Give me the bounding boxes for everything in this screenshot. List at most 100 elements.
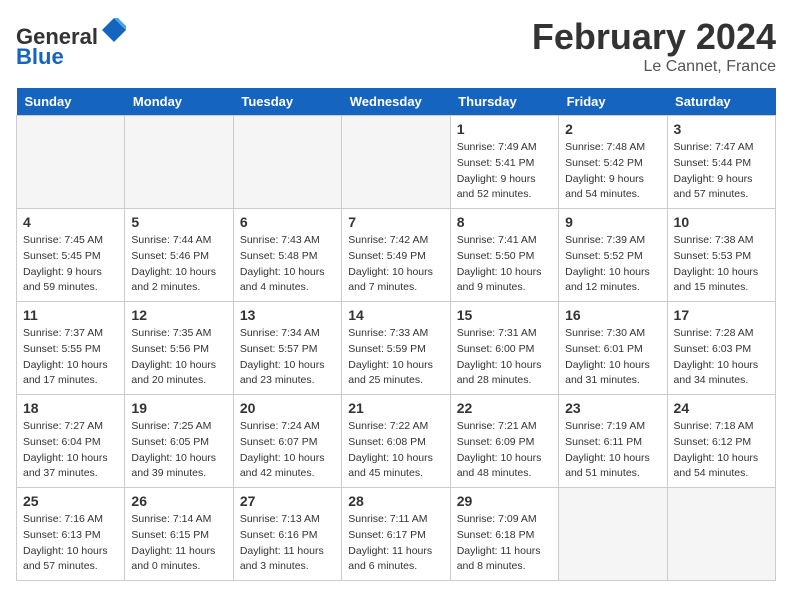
day-info: Sunrise: 7:14 AM Sunset: 6:15 PM Dayligh… (131, 512, 226, 575)
calendar-cell (17, 116, 125, 209)
calendar-cell: 12 Sunrise: 7:35 AM Sunset: 5:56 PM Dayli… (125, 302, 233, 395)
day-number: 14 (348, 307, 443, 323)
day-number: 10 (674, 214, 769, 230)
day-number: 9 (565, 214, 660, 230)
day-number: 19 (131, 400, 226, 416)
calendar-week-row: 1 Sunrise: 7:49 AM Sunset: 5:41 PM Daylig… (17, 116, 776, 209)
calendar-cell: 14 Sunrise: 7:33 AM Sunset: 5:59 PM Dayli… (342, 302, 450, 395)
day-info: Sunrise: 7:47 AM Sunset: 5:44 PM Dayligh… (674, 140, 769, 203)
day-info: Sunrise: 7:35 AM Sunset: 5:56 PM Dayligh… (131, 326, 226, 389)
calendar-cell: 16 Sunrise: 7:30 AM Sunset: 6:01 PM Dayli… (559, 302, 667, 395)
day-number: 15 (457, 307, 552, 323)
day-number: 2 (565, 121, 660, 137)
day-number: 26 (131, 493, 226, 509)
day-number: 7 (348, 214, 443, 230)
day-number: 8 (457, 214, 552, 230)
day-number: 1 (457, 121, 552, 137)
day-number: 11 (23, 307, 118, 323)
day-number: 13 (240, 307, 335, 323)
calendar-cell: 6 Sunrise: 7:43 AM Sunset: 5:48 PM Daylig… (233, 209, 341, 302)
calendar-table: SundayMondayTuesdayWednesdayThursdayFrid… (16, 88, 776, 581)
col-header-friday: Friday (559, 88, 667, 116)
day-number: 21 (348, 400, 443, 416)
day-number: 12 (131, 307, 226, 323)
col-header-saturday: Saturday (667, 88, 775, 116)
day-number: 17 (674, 307, 769, 323)
day-info: Sunrise: 7:11 AM Sunset: 6:17 PM Dayligh… (348, 512, 443, 575)
day-info: Sunrise: 7:30 AM Sunset: 6:01 PM Dayligh… (565, 326, 660, 389)
day-number: 23 (565, 400, 660, 416)
col-header-wednesday: Wednesday (342, 88, 450, 116)
day-info: Sunrise: 7:49 AM Sunset: 5:41 PM Dayligh… (457, 140, 552, 203)
page-header: General Blue February 2024 Le Cannet, Fr… (16, 16, 776, 76)
day-number: 25 (23, 493, 118, 509)
day-number: 6 (240, 214, 335, 230)
calendar-cell (125, 116, 233, 209)
calendar-cell: 24 Sunrise: 7:18 AM Sunset: 6:12 PM Dayli… (667, 395, 775, 488)
calendar-cell: 15 Sunrise: 7:31 AM Sunset: 6:00 PM Dayli… (450, 302, 558, 395)
day-info: Sunrise: 7:25 AM Sunset: 6:05 PM Dayligh… (131, 419, 226, 482)
month-title: February 2024 (532, 16, 776, 58)
logo: General Blue (16, 16, 128, 69)
day-info: Sunrise: 7:31 AM Sunset: 6:00 PM Dayligh… (457, 326, 552, 389)
calendar-cell (667, 488, 775, 581)
calendar-cell: 2Sunrise: 7:48 AM Sunset: 5:42 PM Daylig… (559, 116, 667, 209)
calendar-cell: 23 Sunrise: 7:19 AM Sunset: 6:11 PM Dayli… (559, 395, 667, 488)
calendar-cell: 1 Sunrise: 7:49 AM Sunset: 5:41 PM Daylig… (450, 116, 558, 209)
day-info: Sunrise: 7:38 AM Sunset: 5:53 PM Dayligh… (674, 233, 769, 296)
day-info: Sunrise: 7:27 AM Sunset: 6:04 PM Dayligh… (23, 419, 118, 482)
day-number: 5 (131, 214, 226, 230)
day-number: 18 (23, 400, 118, 416)
day-info: Sunrise: 7:33 AM Sunset: 5:59 PM Dayligh… (348, 326, 443, 389)
day-info: Sunrise: 7:45 AM Sunset: 5:45 PM Dayligh… (23, 233, 118, 296)
calendar-cell (342, 116, 450, 209)
calendar-cell: 5 Sunrise: 7:44 AM Sunset: 5:46 PM Daylig… (125, 209, 233, 302)
col-header-tuesday: Tuesday (233, 88, 341, 116)
calendar-cell: 11 Sunrise: 7:37 AM Sunset: 5:55 PM Dayli… (17, 302, 125, 395)
calendar-cell: 28 Sunrise: 7:11 AM Sunset: 6:17 PM Dayli… (342, 488, 450, 581)
location: Le Cannet, France (532, 58, 776, 76)
logo-blue: Blue (16, 44, 64, 69)
calendar-cell: 19 Sunrise: 7:25 AM Sunset: 6:05 PM Dayli… (125, 395, 233, 488)
day-number: 22 (457, 400, 552, 416)
calendar-cell (559, 488, 667, 581)
day-info: Sunrise: 7:37 AM Sunset: 5:55 PM Dayligh… (23, 326, 118, 389)
col-header-thursday: Thursday (450, 88, 558, 116)
day-info: Sunrise: 7:19 AM Sunset: 6:11 PM Dayligh… (565, 419, 660, 482)
day-info: Sunrise: 7:44 AM Sunset: 5:46 PM Dayligh… (131, 233, 226, 296)
day-number: 3 (674, 121, 769, 137)
calendar-cell: 13 Sunrise: 7:34 AM Sunset: 5:57 PM Dayli… (233, 302, 341, 395)
calendar-cell: 21Sunrise: 7:22 AM Sunset: 6:08 PM Dayli… (342, 395, 450, 488)
calendar-cell: 20 Sunrise: 7:24 AM Sunset: 6:07 PM Dayli… (233, 395, 341, 488)
calendar-cell: 10 Sunrise: 7:38 AM Sunset: 5:53 PM Dayli… (667, 209, 775, 302)
day-number: 24 (674, 400, 769, 416)
calendar-cell: 29Sunrise: 7:09 AM Sunset: 6:18 PM Dayli… (450, 488, 558, 581)
calendar-cell: 3 Sunrise: 7:47 AM Sunset: 5:44 PM Daylig… (667, 116, 775, 209)
day-info: Sunrise: 7:18 AM Sunset: 6:12 PM Dayligh… (674, 419, 769, 482)
col-header-sunday: Sunday (17, 88, 125, 116)
calendar-cell (233, 116, 341, 209)
calendar-week-row: 11 Sunrise: 7:37 AM Sunset: 5:55 PM Dayli… (17, 302, 776, 395)
day-info: Sunrise: 7:43 AM Sunset: 5:48 PM Dayligh… (240, 233, 335, 296)
calendar-cell: 25 Sunrise: 7:16 AM Sunset: 6:13 PM Dayli… (17, 488, 125, 581)
calendar-cell: 8 Sunrise: 7:41 AM Sunset: 5:50 PM Daylig… (450, 209, 558, 302)
day-info: Sunrise: 7:39 AM Sunset: 5:52 PM Dayligh… (565, 233, 660, 296)
day-info: Sunrise: 7:13 AM Sunset: 6:16 PM Dayligh… (240, 512, 335, 575)
day-number: 20 (240, 400, 335, 416)
day-info: Sunrise: 7:34 AM Sunset: 5:57 PM Dayligh… (240, 326, 335, 389)
calendar-week-row: 25 Sunrise: 7:16 AM Sunset: 6:13 PM Dayli… (17, 488, 776, 581)
calendar-header-row: SundayMondayTuesdayWednesdayThursdayFrid… (17, 88, 776, 116)
calendar-cell: 26 Sunrise: 7:14 AM Sunset: 6:15 PM Dayli… (125, 488, 233, 581)
day-info: Sunrise: 7:21 AM Sunset: 6:09 PM Dayligh… (457, 419, 552, 482)
day-info: Sunrise: 7:41 AM Sunset: 5:50 PM Dayligh… (457, 233, 552, 296)
calendar-cell: 9 Sunrise: 7:39 AM Sunset: 5:52 PM Daylig… (559, 209, 667, 302)
col-header-monday: Monday (125, 88, 233, 116)
day-info: Sunrise: 7:24 AM Sunset: 6:07 PM Dayligh… (240, 419, 335, 482)
day-info: Sunrise: 7:16 AM Sunset: 6:13 PM Dayligh… (23, 512, 118, 575)
day-number: 27 (240, 493, 335, 509)
day-number: 28 (348, 493, 443, 509)
calendar-cell: 4Sunrise: 7:45 AM Sunset: 5:45 PM Daylig… (17, 209, 125, 302)
calendar-cell: 18 Sunrise: 7:27 AM Sunset: 6:04 PM Dayli… (17, 395, 125, 488)
calendar-week-row: 4Sunrise: 7:45 AM Sunset: 5:45 PM Daylig… (17, 209, 776, 302)
day-number: 16 (565, 307, 660, 323)
